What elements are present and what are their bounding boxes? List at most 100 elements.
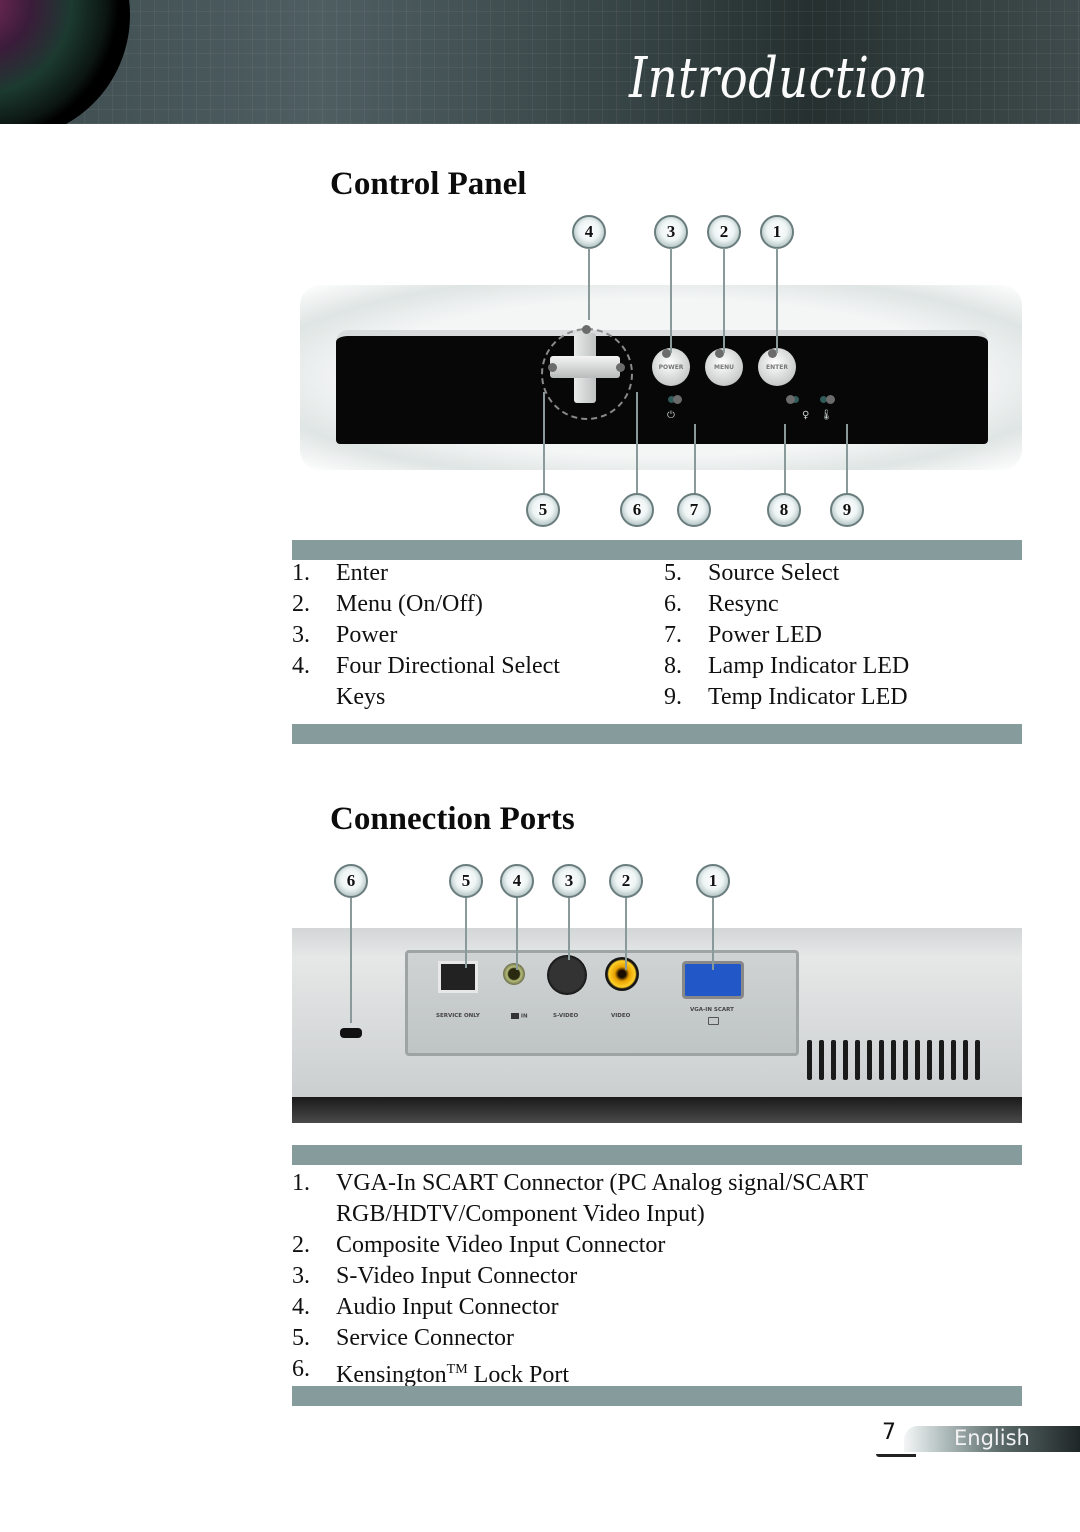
vent-slot xyxy=(915,1040,920,1080)
control-panel-list-left: 1. Enter 2. Menu (On/Off) 3. Power 4. Four D… xyxy=(292,558,652,713)
port-leader-5 xyxy=(465,898,467,968)
service-only-label: SERVICE ONLY xyxy=(436,1013,480,1019)
vent-slot xyxy=(939,1040,944,1080)
leader-line-2 xyxy=(723,248,725,353)
list-item: 4. Audio Input Connector xyxy=(292,1294,559,1320)
video-label: VIDEO xyxy=(611,1013,631,1019)
callout-7: 7 xyxy=(677,493,711,527)
vent-slot xyxy=(975,1040,980,1080)
vent-slot xyxy=(855,1040,860,1080)
leader-line-7 xyxy=(694,424,696,494)
leader-line-5 xyxy=(543,392,545,494)
control-panel-photo: POWER MENU ENTER ⏻ ♀ 🌡 xyxy=(300,285,1022,470)
control-panel-face: POWER MENU ENTER ⏻ ♀ 🌡 xyxy=(336,325,988,444)
leader-dot-6 xyxy=(616,363,625,372)
power-symbol-icon: ⏻ xyxy=(667,410,675,421)
vent-slot xyxy=(819,1040,824,1080)
vga-in-scart-label: VGA-IN SCART xyxy=(690,1007,734,1013)
power-button: POWER xyxy=(652,348,690,386)
audio-symbol-icon xyxy=(511,1013,519,1019)
list-item: 8. Lamp Indicator LED xyxy=(664,653,910,679)
vent-slot xyxy=(951,1040,956,1080)
callout-8: 8 xyxy=(767,493,801,527)
port-leader-4 xyxy=(516,898,518,970)
section-divider-bar xyxy=(292,1145,1022,1165)
leader-line-8 xyxy=(784,424,786,494)
port-leader-2 xyxy=(625,898,627,970)
list-item: 7. Power LED xyxy=(664,622,822,648)
connection-ports-heading: Connection Ports xyxy=(330,801,575,837)
connection-ports-photo: SERVICE ONLY IN S-VIDEO VIDEO VGA-IN SCA… xyxy=(292,928,1022,1123)
leader-line-3 xyxy=(670,248,672,353)
callout-6: 6 xyxy=(620,493,654,527)
list-item: 1. Enter xyxy=(292,560,388,586)
port-callout-5: 5 xyxy=(449,864,483,898)
port-leader-6 xyxy=(350,898,352,1023)
connection-ports-list: 1. VGA-In SCART Connector (PC Analog sign… xyxy=(292,1168,992,1391)
page-number: 7 xyxy=(882,1420,896,1445)
composite-video-port xyxy=(605,957,639,991)
footer-swoosh xyxy=(876,1454,916,1457)
leader-line-4 xyxy=(588,248,590,320)
list-item: 5. Service Connector xyxy=(292,1325,514,1351)
list-item: 2. Composite Video Input Connector xyxy=(292,1232,666,1258)
leader-dot-8 xyxy=(786,395,795,404)
callout-4: 4 xyxy=(572,215,606,249)
port-leader-3 xyxy=(568,898,570,960)
vent-slot xyxy=(963,1040,968,1080)
list-item: 4. Four Directional Select Keys xyxy=(292,653,560,710)
list-item: 5. Source Select xyxy=(664,560,840,586)
callout-3: 3 xyxy=(654,215,688,249)
list-item: 3. S-Video Input Connector xyxy=(292,1263,578,1289)
vent-slot xyxy=(843,1040,848,1080)
leader-line-1 xyxy=(776,248,778,353)
port-callout-3: 3 xyxy=(552,864,586,898)
list-item: 2. Menu (On/Off) xyxy=(292,591,483,617)
chapter-title: Introduction xyxy=(628,46,928,111)
list-item: 1. VGA-In SCART Connector (PC Analog sign… xyxy=(292,1170,868,1227)
list-item: 3. Power xyxy=(292,622,398,648)
vent-slot xyxy=(831,1040,836,1080)
leader-dot-5 xyxy=(548,363,557,372)
section-divider-bar xyxy=(292,724,1022,744)
s-video-port xyxy=(547,955,587,995)
list-item: 6. Resync xyxy=(664,591,779,617)
language-label: English xyxy=(954,1426,1030,1450)
callout-1: 1 xyxy=(760,215,794,249)
control-panel-list-right: 5. Source Select 6. Resync 7. Power LED 8. L… xyxy=(664,558,1024,713)
lamp-symbol-icon: ♀ xyxy=(802,410,810,421)
service-port xyxy=(438,961,478,993)
thermometer-icon: 🌡 xyxy=(820,410,833,421)
leader-line-6 xyxy=(636,392,638,494)
section-divider-bar xyxy=(292,1386,1022,1406)
kensington-lock-slot xyxy=(340,1028,362,1038)
callout-5: 5 xyxy=(526,493,560,527)
leader-dot-4 xyxy=(582,325,591,334)
projector-base-shadow xyxy=(292,1097,1022,1123)
page-footer: 7 English xyxy=(876,1420,1080,1458)
s-video-label: S-VIDEO xyxy=(553,1013,579,1019)
control-panel-heading: Control Panel xyxy=(330,166,527,202)
vent-slot xyxy=(927,1040,932,1080)
port-leader-1 xyxy=(712,898,714,970)
callout-9: 9 xyxy=(830,493,864,527)
port-callout-6: 6 xyxy=(334,864,368,898)
leader-dot-7 xyxy=(673,395,682,404)
callout-2: 2 xyxy=(707,215,741,249)
vent-slot xyxy=(867,1040,872,1080)
port-callout-2: 2 xyxy=(609,864,643,898)
menu-button: MENU xyxy=(705,348,743,386)
monitor-symbol-icon xyxy=(708,1017,719,1025)
list-item: 9. Temp Indicator LED xyxy=(664,684,908,710)
vent-slot xyxy=(903,1040,908,1080)
vent-slot xyxy=(891,1040,896,1080)
port-callout-4: 4 xyxy=(500,864,534,898)
port-callout-1: 1 xyxy=(696,864,730,898)
vent-slot xyxy=(807,1040,812,1080)
leader-dot-9 xyxy=(826,395,835,404)
leader-line-9 xyxy=(846,424,848,494)
chapter-header-banner: Introduction xyxy=(0,0,1080,124)
vent-slot xyxy=(879,1040,884,1080)
audio-in-label: IN xyxy=(511,1013,528,1020)
audio-in-port xyxy=(503,963,525,985)
